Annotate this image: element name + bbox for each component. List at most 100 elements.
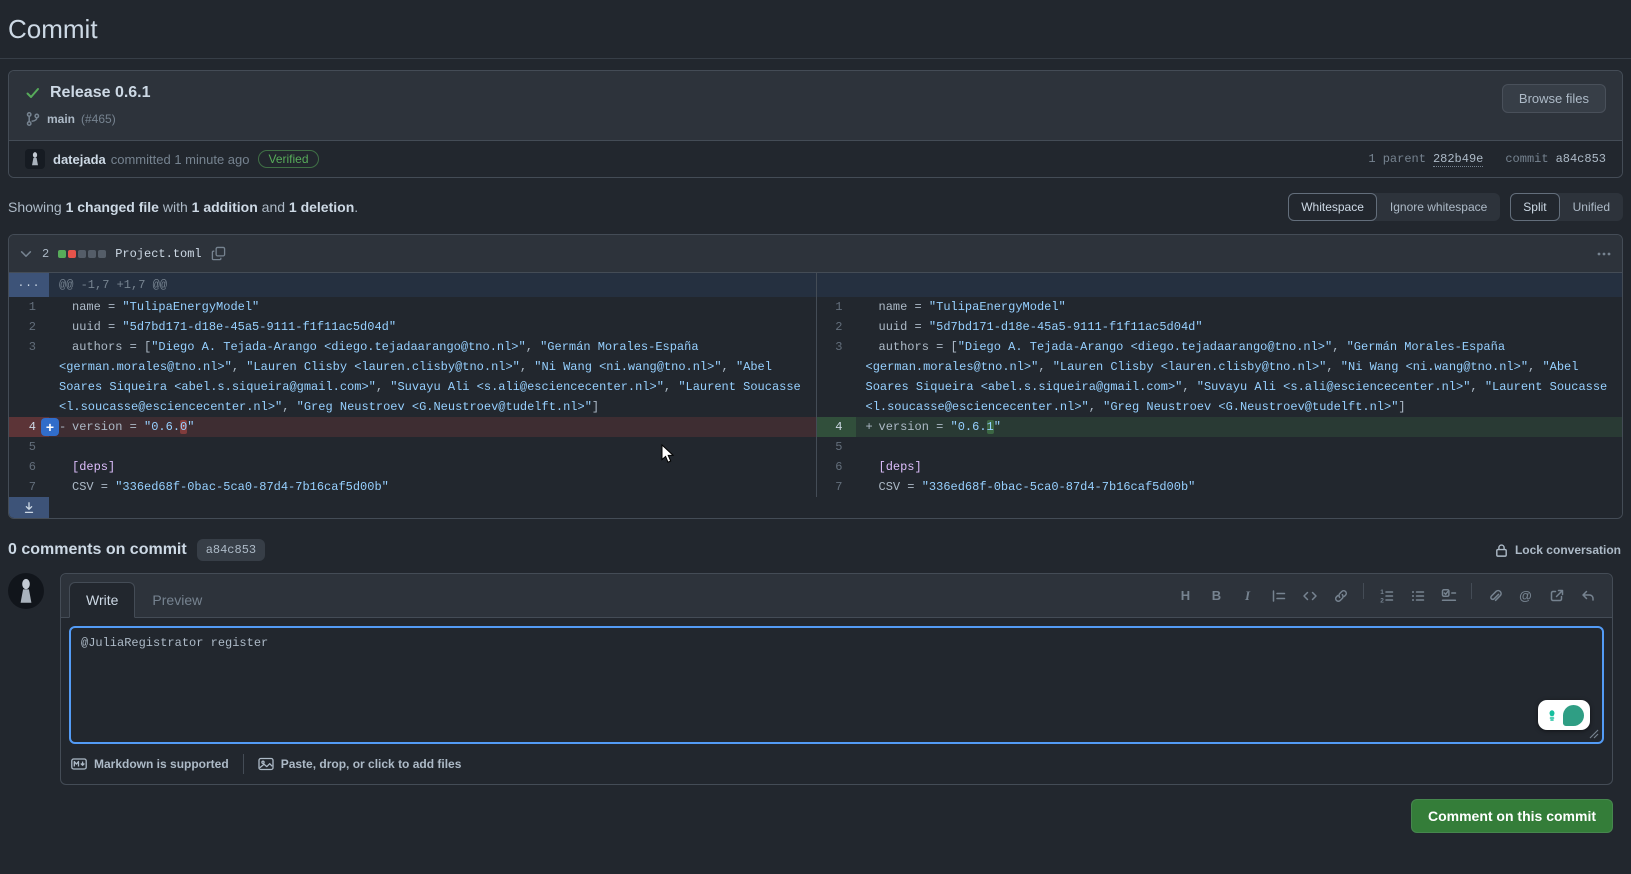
numbered-list-icon[interactable]: 12 xyxy=(1378,587,1395,604)
code-segment: = xyxy=(900,480,922,494)
line-number[interactable]: 4 + xyxy=(9,417,59,437)
line-number[interactable]: 1 xyxy=(9,297,49,317)
split-view-button[interactable]: Split xyxy=(1510,193,1560,221)
line-number[interactable]: 3 xyxy=(815,337,856,417)
link-icon[interactable] xyxy=(1332,587,1349,604)
code-segment: , xyxy=(375,380,391,394)
unified-view-button[interactable]: Unified xyxy=(1560,193,1623,221)
page-title: Commit xyxy=(8,14,98,44)
copy-icon[interactable] xyxy=(211,246,226,261)
task-list-icon[interactable] xyxy=(1440,587,1457,604)
attach-files-button[interactable]: Paste, drop, or click to add files xyxy=(258,756,462,772)
code-line: name = "TulipaEnergyModel" xyxy=(49,297,816,317)
lock-conversation-button[interactable]: Lock conversation xyxy=(1494,543,1621,558)
line-number[interactable]: 6 xyxy=(9,457,49,477)
code-segment: , xyxy=(525,340,541,354)
markdown-toolbar: H B I 1 2 @ xyxy=(1177,583,1604,617)
markdown-supported-label: Markdown is supported xyxy=(94,757,229,771)
lock-icon xyxy=(1494,543,1509,558)
diff-stat-block-neutral xyxy=(78,249,87,258)
line-number[interactable]: 5 xyxy=(9,437,49,457)
add-line-comment-button[interactable]: + xyxy=(41,418,59,436)
code-segment: = xyxy=(93,480,116,494)
bold-icon[interactable]: B xyxy=(1208,587,1225,604)
chevron-down-icon[interactable] xyxy=(19,247,33,261)
reply-icon[interactable] xyxy=(1579,587,1596,604)
line-number[interactable]: 2 xyxy=(9,317,49,337)
tab-write[interactable]: Write xyxy=(69,582,136,618)
split-diff-table: ... @@ -1,7 +1,7 @@ 1 name = "TulipaEnergyM… xyxy=(9,273,1622,518)
code-segment: uuid xyxy=(72,320,101,334)
code-line: uuid = "5d7bd171-d18e-45a5-9111-f1f11ac5… xyxy=(49,317,816,337)
commit-title-row: Release 0.6.1 xyxy=(25,84,1606,102)
comment-tab-strip: Write Preview H B I 1 2 @ xyxy=(61,574,1612,618)
comment-input[interactable]: @JuliaRegistrator register xyxy=(69,626,1604,744)
quote-icon[interactable] xyxy=(1270,587,1287,604)
pull-request-ref[interactable]: (#465) xyxy=(81,112,116,126)
cross-reference-icon[interactable] xyxy=(1548,587,1565,604)
diff-stat-blocks xyxy=(58,249,107,258)
code-line: authors = ["Diego A. Tejada-Arango <dieg… xyxy=(856,337,1623,417)
code-segment: uuid xyxy=(878,320,908,334)
comment-on-commit-button[interactable]: Comment on this commit xyxy=(1410,799,1613,833)
commit-hash-pill[interactable]: a84c853 xyxy=(196,539,266,561)
comments-heading-row: 0 comments on commit a84c853 Lock conver… xyxy=(8,539,1623,561)
bulleted-list-icon[interactable] xyxy=(1409,587,1426,604)
heading-icon[interactable]: H xyxy=(1177,587,1194,604)
code-segment: = xyxy=(907,320,929,334)
expander-row-space xyxy=(49,497,1622,518)
tab-preview[interactable]: Preview xyxy=(135,582,219,618)
kebab-menu-icon[interactable] xyxy=(1596,246,1612,262)
code-segment: , xyxy=(1038,360,1053,374)
markdown-supported-link[interactable]: Markdown is supported xyxy=(71,756,229,772)
whitespace-button[interactable]: Whitespace xyxy=(1288,193,1377,221)
verified-badge[interactable]: Verified xyxy=(258,150,319,168)
code-line: + version = "0.6.1" xyxy=(855,417,1622,437)
paperclip-icon[interactable] xyxy=(1486,587,1503,604)
file-name-link[interactable]: Project.toml xyxy=(115,247,201,261)
code-segment: CSV xyxy=(878,480,901,494)
line-number[interactable]: 7 xyxy=(815,477,856,497)
textarea-resize-handle[interactable] xyxy=(1589,729,1599,739)
ignore-whitespace-button[interactable]: Ignore whitespace xyxy=(1377,193,1500,221)
parent-hash-link[interactable]: 282b49e xyxy=(1432,152,1484,167)
line-number[interactable]: 7 xyxy=(9,477,49,497)
toolbar-separator xyxy=(1471,583,1472,599)
code-segment: = xyxy=(928,420,951,434)
browse-files-button[interactable]: Browse files xyxy=(1501,84,1606,113)
diff-expand-cell[interactable]: ... xyxy=(9,273,49,297)
avatar[interactable] xyxy=(25,149,45,169)
lock-conversation-label: Lock conversation xyxy=(1514,543,1621,557)
line-number[interactable]: 3 xyxy=(9,337,49,417)
code-line: authors = ["Diego A. Tejada-Arango <dieg… xyxy=(49,337,816,417)
branch-name[interactable]: main xyxy=(47,112,75,126)
line-number[interactable]: 1 xyxy=(815,297,856,317)
code-line: uuid = "5d7bd171-d18e-45a5-9111-f1f11ac5… xyxy=(856,317,1623,337)
italic-icon[interactable]: I xyxy=(1239,587,1256,604)
code-icon[interactable] xyxy=(1301,587,1318,604)
code-segment: = [ xyxy=(928,340,958,354)
code-segment: , xyxy=(1088,400,1104,414)
code-segment: "Greg Neustroev <G.Neustroev@tudelft.nl>… xyxy=(296,400,592,414)
check-icon xyxy=(25,85,41,101)
changed-file-count: 1 changed file xyxy=(65,199,159,215)
code-segment: version xyxy=(72,420,123,434)
line-number[interactable]: 6 xyxy=(815,457,856,477)
code-segment: CSV xyxy=(72,480,94,494)
diff-summary-text: Showing 1 changed file with 1 addition a… xyxy=(8,199,358,215)
hunk-header: @@ -1,7 +1,7 @@ xyxy=(49,273,816,297)
attach-files-label: Paste, drop, or click to add files xyxy=(280,757,462,771)
mention-icon[interactable]: @ xyxy=(1517,587,1534,604)
line-number[interactable]: 5 xyxy=(815,437,856,457)
code-line: CSV = "336ed68f-0bac-5ca0-87d4-7b16caf5d… xyxy=(856,477,1623,497)
writing-assistant-badge[interactable] xyxy=(1538,700,1590,730)
current-user-avatar[interactable] xyxy=(8,573,44,609)
expand-down-button[interactable] xyxy=(9,497,49,518)
commit-action-text: committed 1 minute ago xyxy=(110,151,250,167)
line-number[interactable]: 2 xyxy=(815,317,856,337)
image-icon xyxy=(258,756,274,772)
code-segment: "0.6. xyxy=(950,420,987,434)
footer-divider xyxy=(242,754,244,774)
commit-author[interactable]: datejada xyxy=(53,152,106,167)
line-number[interactable]: 4 xyxy=(815,417,856,437)
